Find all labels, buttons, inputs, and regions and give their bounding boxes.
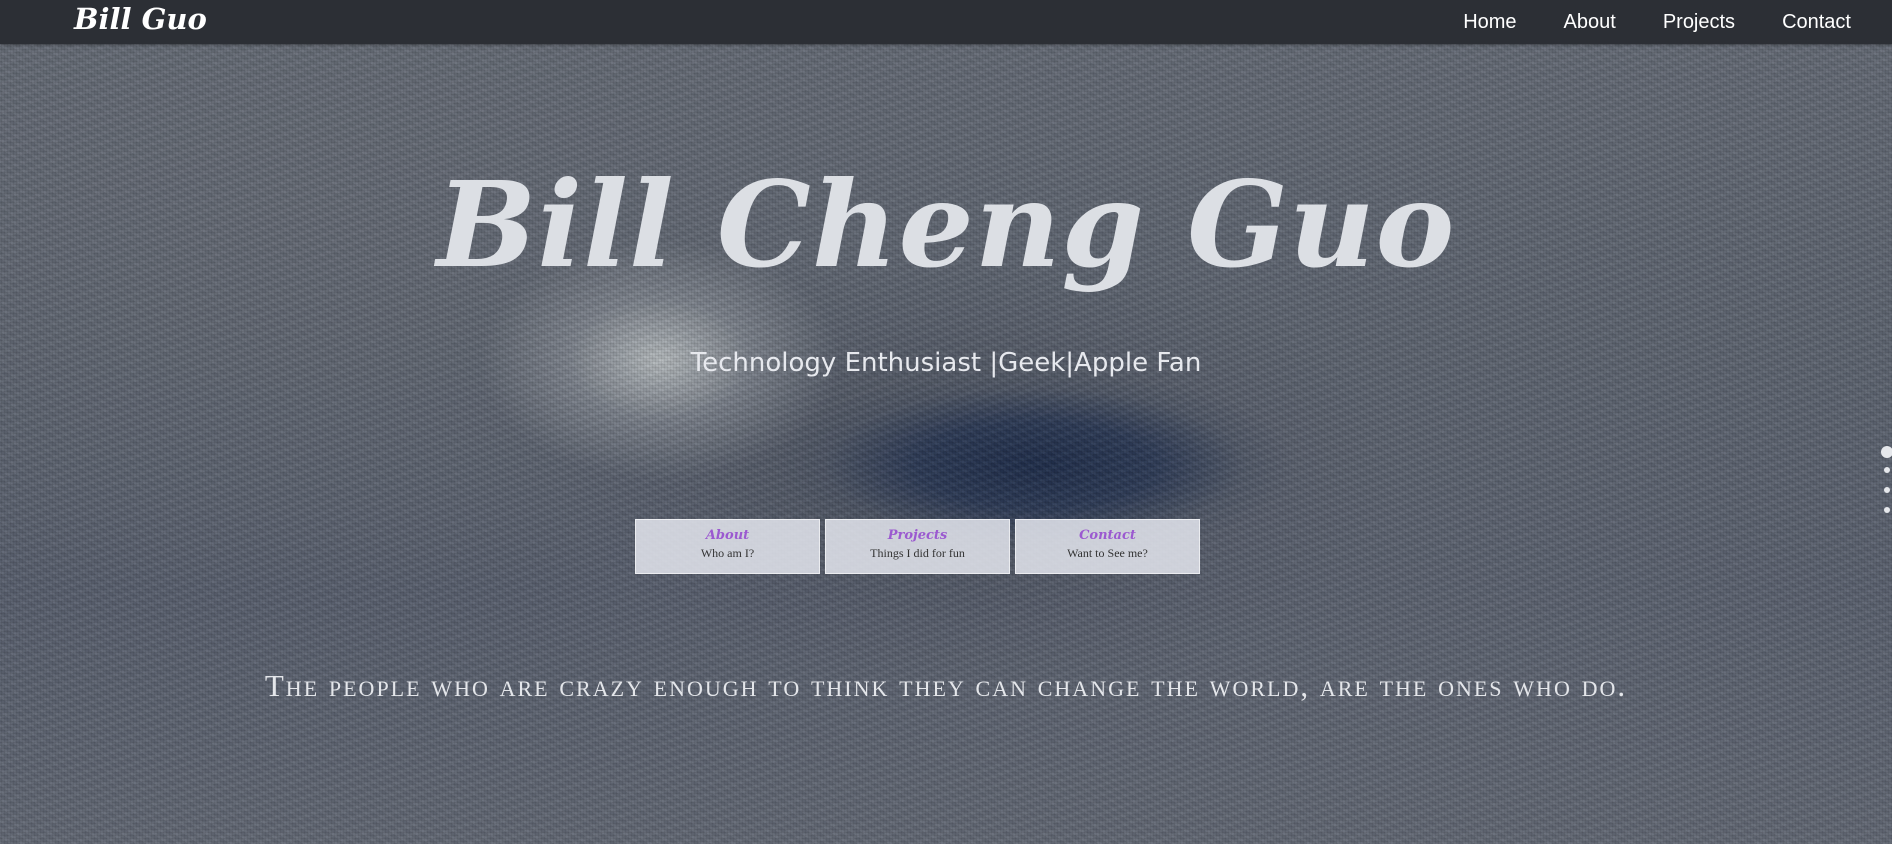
contact-card-button[interactable]: Contact Want to See me? [1015, 519, 1200, 574]
nav-links: Home About Projects Contact [1416, 0, 1851, 44]
section-pager [1878, 446, 1892, 527]
pager-dot-2[interactable] [1884, 467, 1890, 473]
dot-overlay [0, 0, 1892, 844]
hero-title: Bill Cheng Guo [436, 155, 1456, 294]
nav-link-home[interactable]: Home [1463, 11, 1516, 34]
nav-link-projects[interactable]: Projects [1663, 11, 1735, 34]
nav-link-contact[interactable]: Contact [1782, 11, 1851, 34]
section-cards: About Who am I? Projects Things I did fo… [635, 519, 1205, 574]
brand-logo-link[interactable]: Bill Guo [74, 2, 207, 36]
about-card-button[interactable]: About Who am I? [635, 519, 820, 574]
pager-dot-3[interactable] [1884, 487, 1890, 493]
hero-subtitle: Technology Enthusiast |Geek|Apple Fan [690, 348, 1202, 378]
hero-background [0, 0, 1892, 844]
about-card-title: About [705, 528, 750, 543]
contact-card-subtitle: Want to See me? [1067, 546, 1148, 560]
hero-quote: The people who are crazy enough to think… [264, 668, 1628, 703]
projects-card-button[interactable]: Projects Things I did for fun [825, 519, 1010, 574]
top-navbar: Bill Guo Home About Projects Contact [0, 0, 1892, 44]
contact-card-title: Contact [1079, 528, 1136, 543]
about-card-subtitle: Who am I? [700, 546, 755, 560]
pager-dot-1[interactable] [1881, 446, 1892, 458]
pager-dot-4[interactable] [1884, 507, 1890, 513]
nav-link-about[interactable]: About [1564, 11, 1616, 34]
projects-card-subtitle: Things I did for fun [870, 546, 965, 560]
projects-card-title: Projects [887, 528, 948, 543]
